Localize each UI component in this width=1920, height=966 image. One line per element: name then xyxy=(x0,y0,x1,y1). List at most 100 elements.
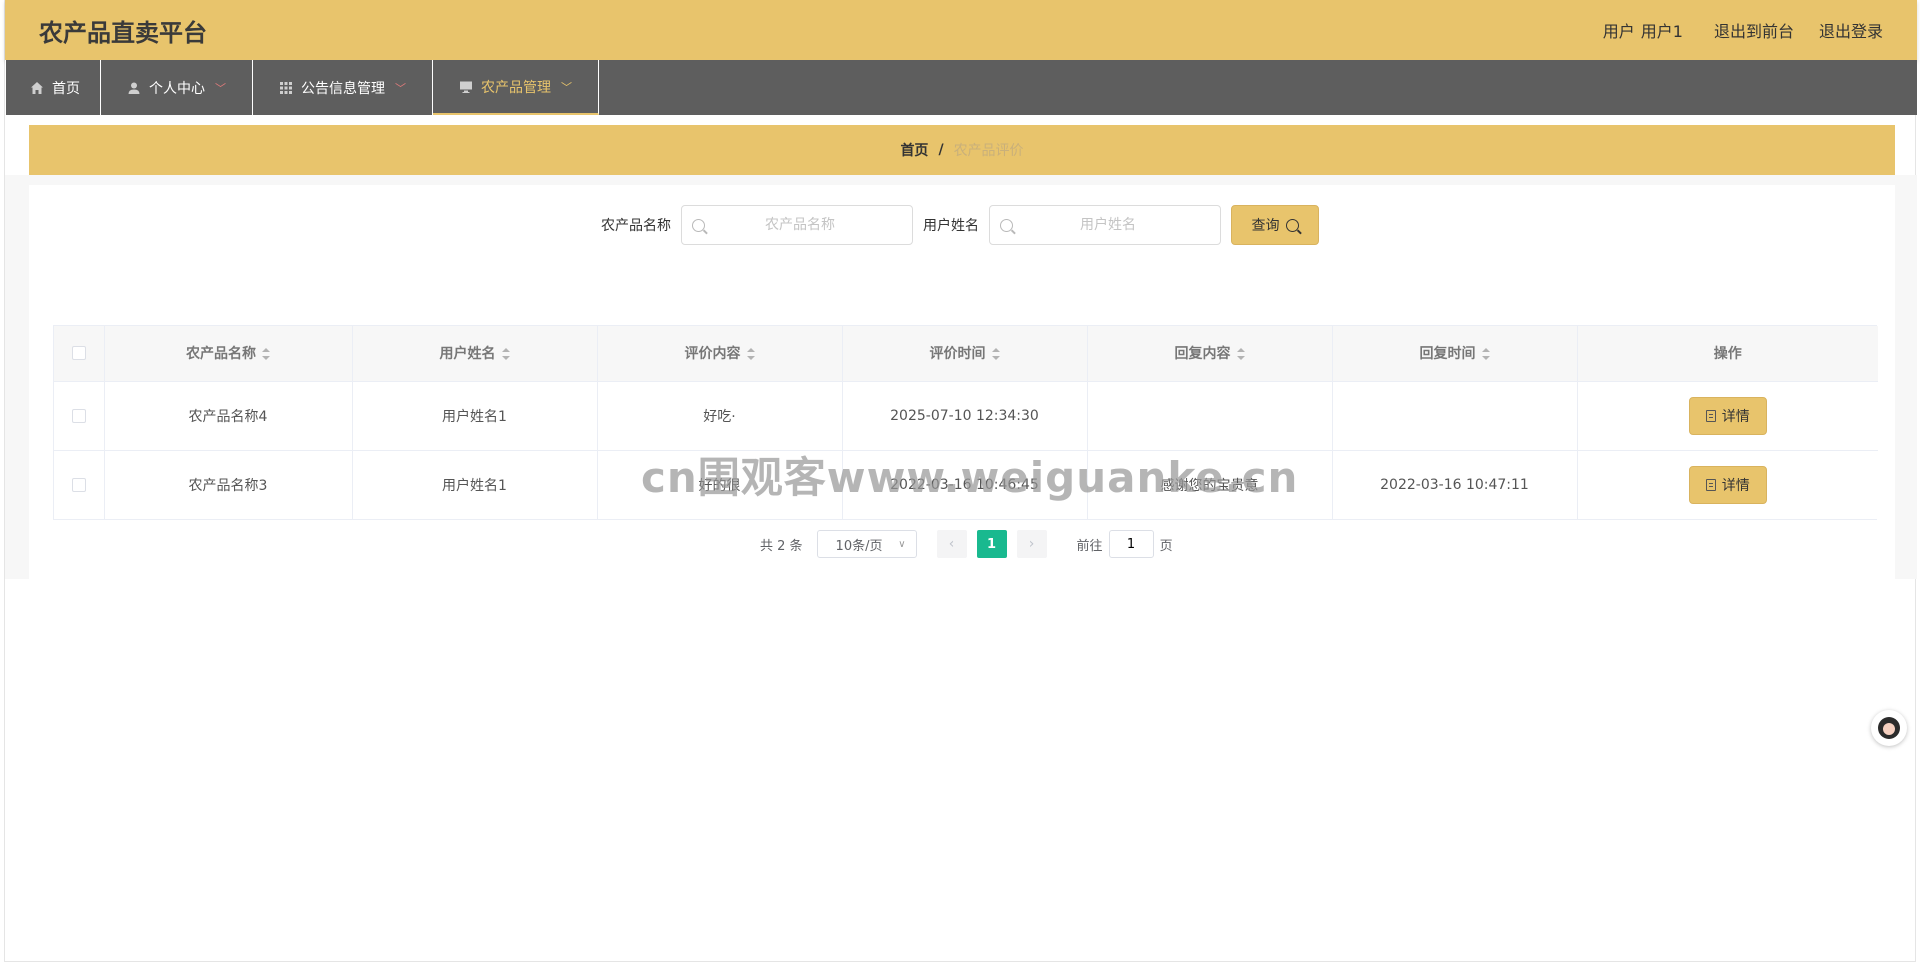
detail-button[interactable]: 详情 xyxy=(1688,465,1767,504)
header-actions: 用户 用户1 退出到前台 退出登录 xyxy=(1603,18,1883,42)
sort-icon[interactable] xyxy=(1236,348,1245,361)
cell-reply-time: 2022-03-16 10:47:11 xyxy=(1332,450,1578,519)
user-name: 用户1 xyxy=(1640,22,1683,41)
page-size-value: 10条/页 xyxy=(835,538,883,554)
cell-time: 2025-07-10 12:34:30 xyxy=(842,381,1088,451)
reviews-table: 农产品名称 用户姓名 评价内容 评价时间 回复内容 回复时间 操作 农产品名称4… xyxy=(53,325,1878,520)
nav-item-label: 首页 xyxy=(52,80,80,97)
column-header-label: 农产品名称 xyxy=(186,346,256,363)
document-icon xyxy=(1705,478,1716,491)
document-icon xyxy=(1705,409,1716,422)
chevron-left-icon: ‹ xyxy=(948,536,955,552)
sort-icon[interactable] xyxy=(262,348,270,361)
query-button[interactable]: 查询 xyxy=(1231,205,1319,245)
breadcrumb-separator: / xyxy=(938,142,944,158)
column-header-label: 评价时间 xyxy=(929,346,986,363)
cell-product: 农产品名称4 xyxy=(104,381,353,451)
column-header-product[interactable]: 农产品名称 xyxy=(104,326,353,382)
cell-actions: 详情 xyxy=(1577,381,1878,451)
page-number-button[interactable]: 1 xyxy=(976,530,1007,558)
nav-item-notices[interactable]: 公告信息管理 ﹀ xyxy=(253,60,433,115)
nav-item-label: 个人中心 xyxy=(149,80,205,97)
user-name-input[interactable] xyxy=(1013,207,1203,243)
breadcrumb-home[interactable]: 首页 xyxy=(900,140,928,160)
pagination: 共 2 条 10条/页 ∨ ‹ 1 › 前往 页 xyxy=(760,530,1173,558)
floating-avatar[interactable] xyxy=(1871,710,1907,746)
cell-reply: 感谢您的宝贵意 xyxy=(1087,450,1333,519)
column-header-user[interactable]: 用户姓名 xyxy=(352,326,598,382)
product-name-label: 农产品名称 xyxy=(601,218,671,234)
search-icon xyxy=(1000,218,1013,232)
column-header-time[interactable]: 评价时间 xyxy=(842,326,1088,382)
row-select-cell xyxy=(54,450,105,519)
cell-reply xyxy=(1087,381,1333,451)
app-title: 农产品直卖平台 xyxy=(39,18,207,47)
avatar-icon xyxy=(1878,717,1900,739)
top-header: 农产品直卖平台 用户 用户1 退出到前台 退出登录 xyxy=(5,0,1917,60)
sort-icon[interactable] xyxy=(1481,348,1490,361)
row-checkbox[interactable] xyxy=(71,477,86,492)
column-header-label: 评价内容 xyxy=(684,346,741,363)
row-checkbox[interactable] xyxy=(71,408,86,423)
select-all-checkbox[interactable] xyxy=(71,346,86,361)
search-form: 农产品名称 用户姓名 查询 xyxy=(601,205,1319,245)
cell-user: 用户姓名1 xyxy=(352,381,598,451)
user-name-label: 用户姓名 xyxy=(923,218,979,234)
chevron-right-icon: › xyxy=(1028,536,1035,552)
table-row: 农产品名称3 用户姓名1 好的很 2022-03-16 10:46:45 感谢您… xyxy=(54,450,1878,519)
breadcrumb: 首页 / 农产品评价 xyxy=(29,125,1895,175)
column-header-label: 回复内容 xyxy=(1174,346,1231,363)
goto-page-input[interactable] xyxy=(1108,530,1154,558)
product-name-field xyxy=(681,205,913,245)
cell-user: 用户姓名1 xyxy=(352,450,598,519)
chevron-down-icon: ﹀ xyxy=(561,80,572,94)
table-header-row: 农产品名称 用户姓名 评价内容 评价时间 回复内容 回复时间 操作 xyxy=(54,326,1878,382)
sort-icon[interactable] xyxy=(501,348,510,361)
grid-icon xyxy=(280,81,292,94)
cell-actions: 详情 xyxy=(1577,450,1878,519)
nav-item-home[interactable]: 首页 xyxy=(5,60,101,115)
prev-page-button[interactable]: ‹ xyxy=(936,530,967,558)
column-header-reply[interactable]: 回复内容 xyxy=(1087,326,1333,382)
chevron-down-icon: ﹀ xyxy=(395,81,406,95)
column-header-content[interactable]: 评价内容 xyxy=(597,326,843,382)
table-row: 农产品名称4 用户姓名1 好吃· 2025-07-10 12:34:30 详情 xyxy=(54,381,1878,451)
user-label: 用户 xyxy=(1602,22,1635,41)
sort-icon[interactable] xyxy=(746,348,755,361)
monitor-icon xyxy=(460,81,472,93)
detail-button-label: 详情 xyxy=(1721,477,1750,494)
home-icon xyxy=(31,81,43,94)
goto-label: 前往 xyxy=(1076,538,1103,554)
page-size-select[interactable]: 10条/页 ∨ xyxy=(816,530,917,558)
user-info: 用户 用户1 xyxy=(1603,18,1689,42)
breadcrumb-current: 农产品评价 xyxy=(953,143,1024,159)
nav-item-label: 农产品管理 xyxy=(481,79,551,96)
column-header-reply-time[interactable]: 回复时间 xyxy=(1332,326,1578,382)
cell-product: 农产品名称3 xyxy=(104,450,353,519)
nav-item-label: 公告信息管理 xyxy=(301,80,385,97)
nav-item-profile[interactable]: 个人中心 ﹀ xyxy=(101,60,253,115)
pagination-total: 共 2 条 xyxy=(760,538,803,554)
main-nav: 首页 个人中心 ﹀ 公告信息管理 ﹀ 农产品管理 ﹀ xyxy=(5,60,1917,115)
app-frame: 农产品直卖平台 用户 用户1 退出到前台 退出登录 首页 个人中心 ﹀ 公告信息… xyxy=(4,0,1917,962)
nav-item-products[interactable]: 农产品管理 ﹀ xyxy=(433,60,599,115)
search-icon xyxy=(1285,218,1299,232)
user-icon xyxy=(128,82,140,94)
exit-to-front-link[interactable]: 退出到前台 xyxy=(1714,18,1794,42)
detail-button[interactable]: 详情 xyxy=(1688,396,1767,435)
next-page-button[interactable]: › xyxy=(1016,530,1047,558)
cell-time: 2022-03-16 10:46:45 xyxy=(842,450,1088,519)
row-select-cell xyxy=(54,381,105,451)
cell-content: 好的很 xyxy=(597,450,843,519)
user-name-field xyxy=(989,205,1221,245)
product-name-input[interactable] xyxy=(705,207,895,243)
column-header-actions: 操作 xyxy=(1577,326,1878,382)
cell-content: 好吃· xyxy=(597,381,843,451)
sort-icon[interactable] xyxy=(991,348,1000,361)
page-unit-label: 页 xyxy=(1159,538,1173,554)
logout-link[interactable]: 退出登录 xyxy=(1819,18,1883,42)
detail-button-label: 详情 xyxy=(1721,408,1750,425)
cell-reply-time xyxy=(1332,381,1578,451)
search-icon xyxy=(692,218,705,232)
select-all-cell xyxy=(54,326,105,382)
